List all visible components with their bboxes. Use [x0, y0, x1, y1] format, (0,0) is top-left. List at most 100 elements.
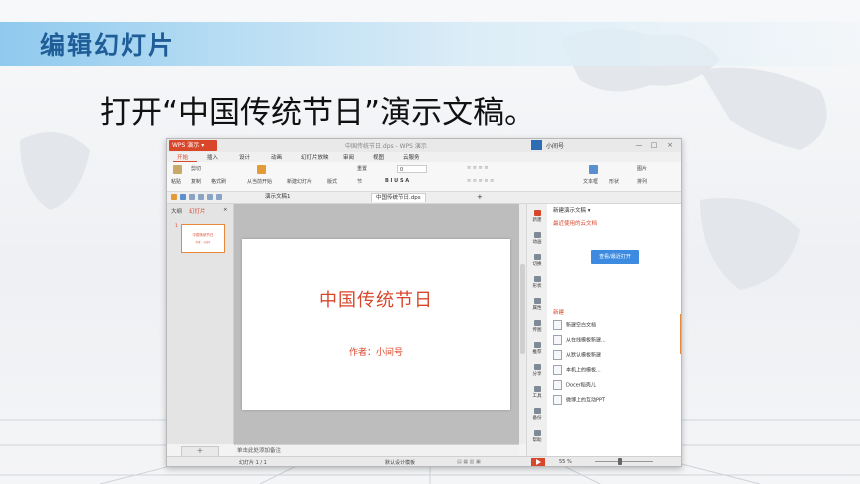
- tool-tools[interactable]: 工具: [527, 386, 547, 399]
- font-size-select[interactable]: 0: [397, 165, 427, 173]
- copy-button[interactable]: 复制: [191, 178, 201, 185]
- picture-button[interactable]: 图片: [637, 165, 647, 172]
- redo-icon[interactable]: [216, 194, 222, 200]
- from-current-icon[interactable]: [257, 165, 266, 174]
- restore-button[interactable]: □: [648, 139, 660, 152]
- online-template-item[interactable]: 从在线模板新建...: [553, 335, 606, 345]
- user-name[interactable]: 小间号: [546, 141, 564, 150]
- title-bar: WPS 演示 ▾ 中国传统节日.dps - WPS 演示 小间号 — □ ×: [167, 139, 681, 152]
- tool-label: 分享: [532, 372, 542, 377]
- ribbon-toolbar: 粘贴 剪切 复制 格式刷 从当前开始 新建幻灯片 版式 重置 节 0 B I U…: [167, 162, 681, 192]
- slide[interactable]: 中国传统节日 作者：小间号: [242, 239, 510, 410]
- thumbnail-subtitle: 作者：小间号: [195, 241, 211, 244]
- minimize-button[interactable]: —: [633, 139, 645, 152]
- tab-animation[interactable]: 动画: [271, 153, 282, 161]
- bold-icon[interactable]: B I U S A: [385, 178, 409, 184]
- new-tab-button[interactable]: +: [473, 193, 487, 202]
- section-button[interactable]: 节: [357, 178, 362, 185]
- default-template-item[interactable]: 从默认模板新建: [553, 350, 601, 360]
- task-pane-collapse-handle[interactable]: [680, 314, 681, 354]
- layout-button[interactable]: 版式: [327, 178, 337, 185]
- zoom-slider[interactable]: [595, 461, 653, 462]
- from-current-button[interactable]: 从当前开始: [247, 178, 272, 185]
- tool-share[interactable]: 分享: [527, 364, 547, 377]
- tab-view[interactable]: 视图: [373, 153, 384, 161]
- paste-label[interactable]: 粘贴: [171, 178, 181, 185]
- thumbnail-number: 1: [175, 224, 178, 229]
- tab-slides[interactable]: 幻灯片: [189, 207, 206, 215]
- tab-start[interactable]: 开始: [177, 153, 188, 161]
- tool-label: 动画: [532, 240, 542, 245]
- tab-outline[interactable]: 大纲: [171, 207, 182, 215]
- tool-help[interactable]: 帮助: [527, 430, 547, 443]
- zoom-slider-knob[interactable]: [618, 458, 622, 465]
- tab-slideshow[interactable]: 幻灯片放映: [301, 153, 329, 161]
- cut-button[interactable]: 剪切: [191, 165, 201, 172]
- slide-title[interactable]: 中国传统节日: [242, 286, 510, 312]
- view-buttons[interactable]: ▤ ▦ ▥ ▣: [457, 459, 481, 465]
- slide-author[interactable]: 作者：小间号: [242, 345, 510, 358]
- reset-button[interactable]: 重置: [357, 165, 367, 172]
- template-name: 默认设计模板: [385, 460, 416, 466]
- local-template-item[interactable]: 本机上的模板...: [553, 365, 601, 375]
- new-blank-doc-item[interactable]: 新建空白文档: [553, 320, 596, 330]
- tool-backup[interactable]: 备份: [527, 408, 547, 421]
- save-icon[interactable]: [180, 194, 186, 200]
- alignment-controls[interactable]: ≡ ≡ ≡ ≡ ≡: [467, 178, 494, 184]
- vertical-scrollbar[interactable]: [519, 204, 526, 444]
- thumbnail-title: 中国传统节日: [192, 233, 214, 237]
- shapes-icon: [533, 276, 541, 282]
- properties-icon: [533, 298, 541, 304]
- slide-thumbnail[interactable]: 中国传统节日 作者：小间号: [181, 224, 225, 253]
- app-menu-button[interactable]: WPS 演示 ▾: [169, 140, 217, 151]
- tool-new[interactable]: 新建: [527, 210, 547, 223]
- preview-icon[interactable]: [198, 194, 204, 200]
- wps-presentation-window: WPS 演示 ▾ 中国传统节日.dps - WPS 演示 小间号 — □ × 开…: [166, 138, 682, 467]
- open-cloud-button[interactable]: 查看/最近打开: [591, 250, 639, 264]
- arrange-button[interactable]: 排列: [637, 178, 647, 185]
- menu-bar: 开始 插入 设计 动画 幻灯片放映 审阅 视图 云服务: [167, 152, 681, 162]
- tool-label: 备份: [532, 416, 542, 421]
- shapes-button[interactable]: 形状: [609, 178, 619, 185]
- undo-icon[interactable]: [207, 194, 213, 200]
- tool-upload-image[interactable]: 传图: [527, 320, 547, 333]
- slideshow-play-button[interactable]: [531, 458, 545, 466]
- scrollbar-thumb[interactable]: [520, 264, 525, 354]
- weibo-ppt-item[interactable]: 微博上的互动PPT: [553, 395, 605, 405]
- tab-insert[interactable]: 插入: [207, 153, 218, 161]
- doc-tab-chinese-festivals[interactable]: 中国传统节日.dps: [371, 193, 426, 202]
- tool-label: 属性: [532, 306, 542, 311]
- animation-icon: [533, 232, 541, 238]
- new-slide-button[interactable]: 新建幻灯片: [287, 178, 312, 185]
- brand-logo-icon: [531, 140, 542, 150]
- item-label: 从在线模板新建...: [566, 337, 606, 344]
- item-label: Docer稻壳儿: [566, 382, 596, 389]
- tool-transition[interactable]: 切换: [527, 254, 547, 267]
- window-title: 中国传统节日.dps - WPS 演示: [345, 143, 427, 150]
- toolbox-icon: [533, 386, 541, 392]
- open-icon[interactable]: [171, 194, 177, 200]
- tool-animation[interactable]: 动画: [527, 232, 547, 245]
- task-pane-header[interactable]: 新建演示文稿 ▾: [553, 206, 591, 214]
- weibo-icon: [553, 395, 562, 405]
- pane-close-icon[interactable]: ×: [223, 207, 228, 213]
- format-painter-button[interactable]: 格式刷: [211, 178, 226, 185]
- doc-tab-presentation1[interactable]: 演示文稿1: [261, 193, 295, 202]
- tool-recommend[interactable]: 推荐: [527, 342, 547, 355]
- paste-icon[interactable]: [173, 165, 182, 174]
- text-box-icon[interactable]: [589, 165, 598, 174]
- tool-properties[interactable]: 属性: [527, 298, 547, 311]
- text-box-button[interactable]: 文本框: [583, 178, 598, 185]
- close-button[interactable]: ×: [664, 139, 676, 152]
- docer-item[interactable]: Docer稻壳儿: [553, 380, 596, 390]
- quick-access-bar: 演示文稿1 中国传统节日.dps +: [167, 192, 681, 204]
- print-icon[interactable]: [189, 194, 195, 200]
- item-label: 微博上的互动PPT: [566, 397, 606, 404]
- tab-review[interactable]: 审阅: [343, 153, 354, 161]
- tool-shapes[interactable]: 形状: [527, 276, 547, 289]
- tool-label: 推荐: [532, 350, 542, 355]
- tab-cloud[interactable]: 云服务: [403, 153, 420, 161]
- notes-field[interactable]: 单击此处添加备注: [234, 444, 519, 456]
- paragraph-controls[interactable]: ≡ ≡ ≡ ≡: [467, 165, 489, 171]
- tab-design[interactable]: 设计: [239, 153, 250, 161]
